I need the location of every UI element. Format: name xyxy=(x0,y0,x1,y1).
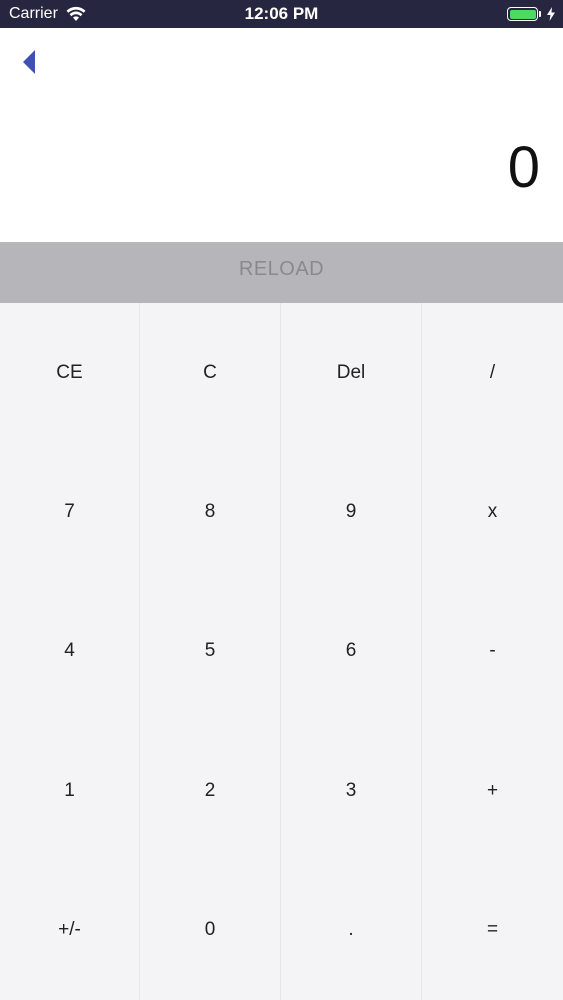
chevron-left-icon xyxy=(21,48,37,81)
key-8[interactable]: 8 xyxy=(140,442,281,582)
key-4[interactable]: 4 xyxy=(0,581,140,722)
key-1[interactable]: 1 xyxy=(0,721,140,861)
charging-bolt-icon xyxy=(547,7,555,21)
key-subtract[interactable]: - xyxy=(422,581,563,722)
key-ce[interactable]: CE xyxy=(0,303,140,443)
key-delete[interactable]: Del xyxy=(281,303,422,443)
reload-button[interactable]: RELOAD xyxy=(0,242,563,303)
key-add[interactable]: + xyxy=(422,721,563,861)
key-clear[interactable]: C xyxy=(140,303,281,443)
battery-icon xyxy=(507,7,538,21)
key-9[interactable]: 9 xyxy=(281,442,422,582)
back-button[interactable] xyxy=(14,46,44,82)
key-multiply[interactable]: x xyxy=(422,442,563,582)
key-3[interactable]: 3 xyxy=(281,721,422,861)
status-time: 12:06 PM xyxy=(244,4,319,23)
status-right xyxy=(507,0,555,28)
keypad: CE C Del / 7 8 9 x 4 5 6 - 1 2 3 + +/- 0… xyxy=(0,303,563,1000)
key-2[interactable]: 2 xyxy=(140,721,281,861)
key-decimal[interactable]: . xyxy=(281,860,422,1000)
calculator-display: 0 xyxy=(507,135,540,200)
key-5[interactable]: 5 xyxy=(140,581,281,722)
status-bar: Carrier 12:06 PM xyxy=(0,0,563,28)
battery-level xyxy=(509,9,536,19)
key-negate[interactable]: +/- xyxy=(0,860,140,1000)
key-6[interactable]: 6 xyxy=(281,581,422,722)
battery-tip xyxy=(539,11,541,17)
key-0[interactable]: 0 xyxy=(140,860,281,1000)
key-7[interactable]: 7 xyxy=(0,442,140,582)
key-equals[interactable]: = xyxy=(422,860,563,1000)
key-divide[interactable]: / xyxy=(422,303,563,443)
